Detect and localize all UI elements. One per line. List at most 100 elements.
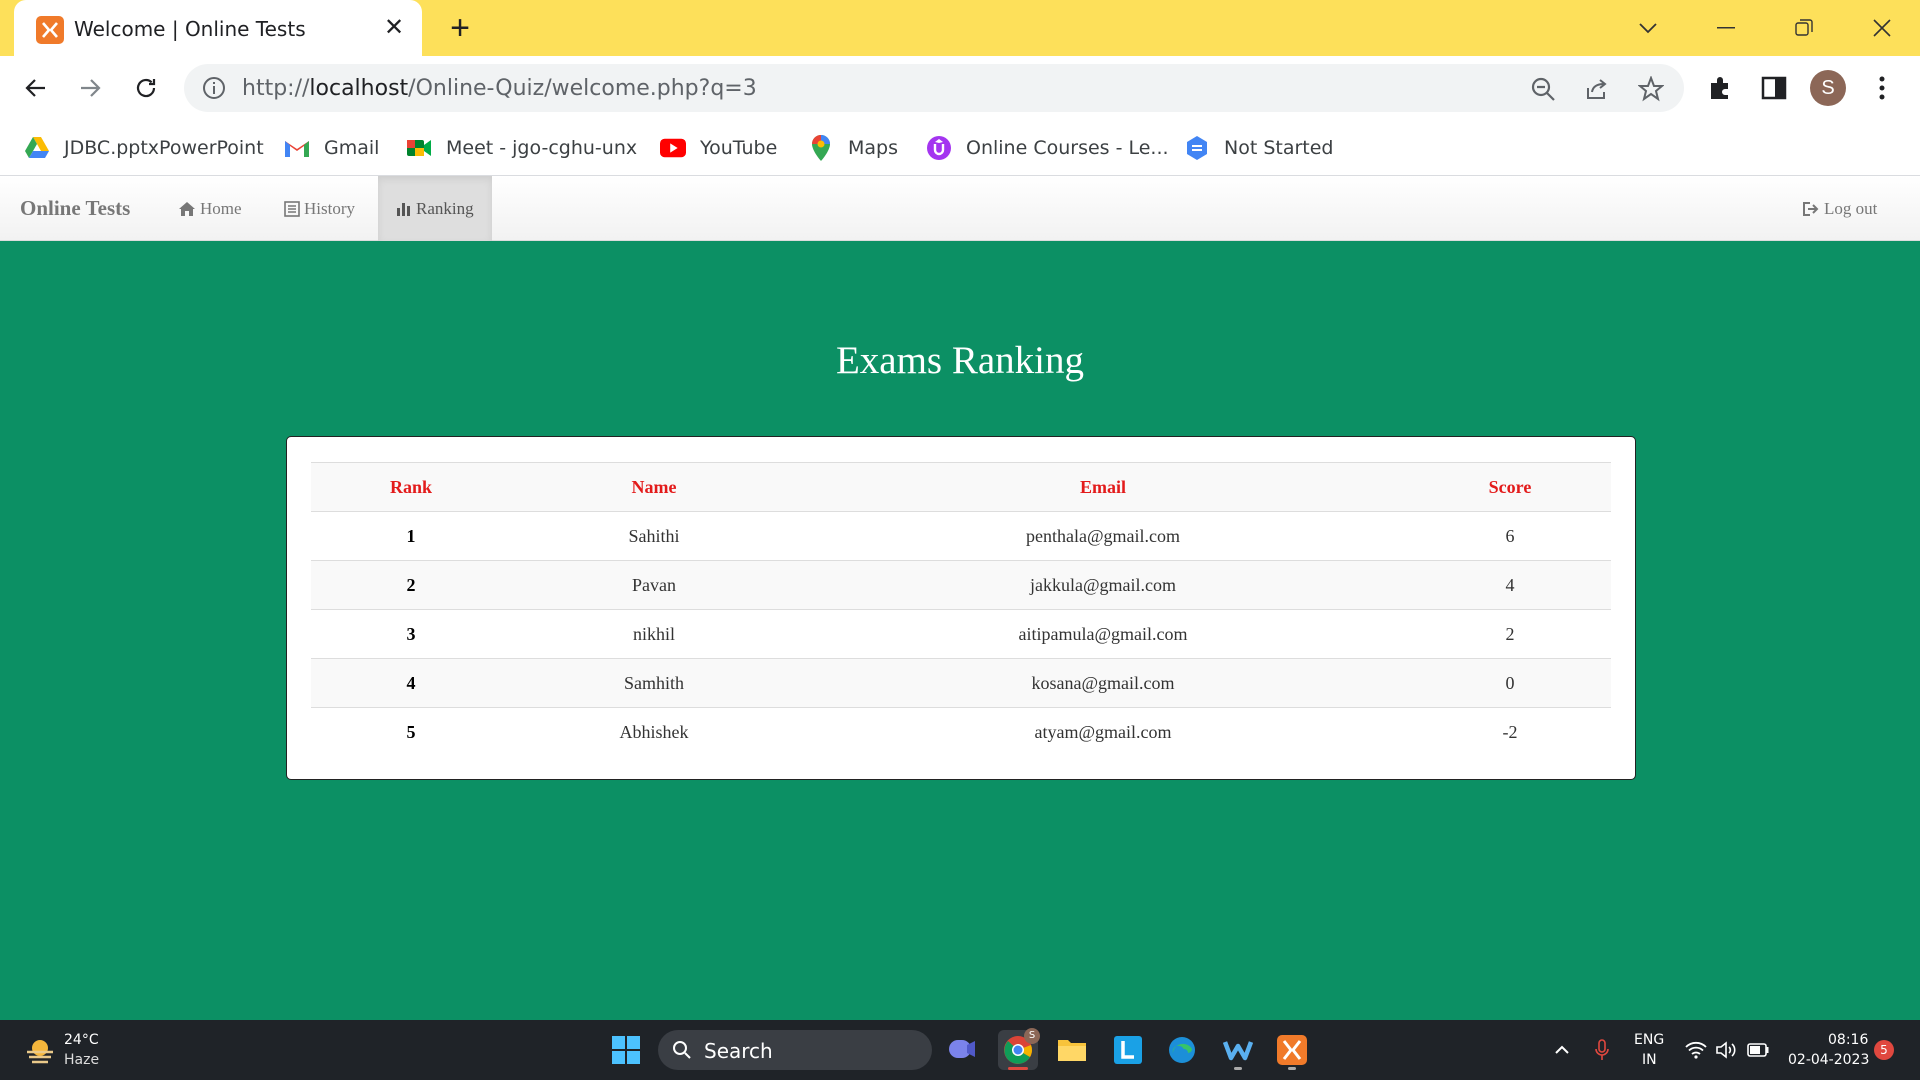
menu-kebab-icon[interactable]: [1864, 70, 1900, 106]
clock-date[interactable]: 02-04-2023: [1788, 1052, 1869, 1068]
edge-browser-icon[interactable]: [1162, 1030, 1202, 1070]
back-icon[interactable]: [18, 70, 54, 106]
side-panel-icon[interactable]: [1756, 70, 1792, 106]
cell-rank: 4: [311, 658, 511, 708]
wifi-icon[interactable]: [1682, 1036, 1710, 1064]
weather-haze-icon[interactable]: [24, 1034, 56, 1066]
zoom-icon[interactable]: [1530, 76, 1556, 102]
nav-ranking-label: Ranking: [416, 198, 474, 218]
chrome-taskbar-icon[interactable]: S: [998, 1028, 1040, 1070]
microphone-icon[interactable]: [1588, 1036, 1616, 1064]
google-meet-icon: [406, 135, 432, 161]
bookmark-online-courses[interactable]: Online Courses - Le...: [926, 130, 1169, 166]
language-indicator[interactable]: ENG: [1634, 1032, 1664, 1048]
cell-score: -2: [1409, 707, 1611, 757]
bookmarks-bar: JDBC.pptxPowerPoint Gmail Meet - jgo-cgh…: [0, 120, 1920, 176]
cell-rank: 1: [311, 511, 511, 561]
table-row: 3 nikhil aitipamula@gmail.com 2: [311, 609, 1611, 659]
launcher-l-icon[interactable]: [1108, 1030, 1148, 1070]
cell-email: kosana@gmail.com: [797, 658, 1409, 708]
cell-rank: 5: [311, 707, 511, 757]
clock-time[interactable]: 08:16: [1828, 1032, 1868, 1048]
cell-name: Abhishek: [511, 707, 797, 757]
battery-icon[interactable]: [1744, 1036, 1772, 1064]
bookmark-star-icon[interactable]: [1638, 76, 1664, 102]
cell-name: nikhil: [511, 609, 797, 659]
cell-email: jakkula@gmail.com: [797, 560, 1409, 610]
nav-home[interactable]: Home: [160, 176, 260, 241]
language-region[interactable]: IN: [1642, 1052, 1657, 1068]
new-tab-icon[interactable]: +: [444, 11, 476, 45]
cell-score: 4: [1409, 560, 1611, 610]
nav-ranking[interactable]: Ranking: [378, 176, 492, 241]
udemy-icon: [926, 135, 952, 161]
site-navbar: Online Tests Home History Ranking Log ou…: [0, 176, 1920, 241]
bookmark-meet[interactable]: Meet - jgo-cghu-unx: [406, 130, 637, 166]
cell-email: aitipamula@gmail.com: [797, 609, 1409, 659]
taskbar-search-label: Search: [704, 1039, 773, 1063]
tab-search-chevron-icon[interactable]: [1630, 10, 1666, 46]
file-explorer-icon[interactable]: [1052, 1030, 1092, 1070]
bookmark-maps[interactable]: Maps: [808, 130, 898, 166]
weather-description[interactable]: Haze: [64, 1052, 99, 1068]
bookmark-youtube[interactable]: YouTube: [660, 130, 777, 166]
chrome-profile-badge: S: [1024, 1028, 1040, 1044]
cell-name: Samhith: [511, 658, 797, 708]
gmail-icon: [284, 135, 310, 161]
taskbar-search[interactable]: Search: [658, 1030, 932, 1070]
taskbar: 24°C Haze Search S ENG IN 08:16 02-04-20…: [0, 1020, 1920, 1080]
cell-rank: 3: [311, 609, 511, 659]
cell-score: 2: [1409, 609, 1611, 659]
logout-link[interactable]: Log out: [1784, 176, 1895, 241]
nav-history-label: History: [304, 198, 355, 218]
tab-close-icon[interactable]: ✕: [380, 14, 408, 42]
cell-email: penthala@gmail.com: [797, 511, 1409, 561]
cell-rank: 2: [311, 560, 511, 610]
xampp-taskbar-icon[interactable]: [1272, 1030, 1312, 1070]
table-header-row: Rank Name Email Score: [311, 462, 1611, 512]
tab-title: Welcome | Online Tests: [74, 17, 306, 41]
restore-icon[interactable]: [1786, 10, 1822, 46]
cell-email: atyam@gmail.com: [797, 707, 1409, 757]
window-close-icon[interactable]: [1864, 10, 1900, 46]
reload-icon[interactable]: [128, 70, 164, 106]
nav-home-label: Home: [200, 198, 242, 218]
browser-tabstrip: Welcome | Online Tests ✕ +: [0, 0, 1920, 57]
table-row: 4 Samhith kosana@gmail.com 0: [311, 658, 1611, 708]
cell-name: Sahithi: [511, 511, 797, 561]
browser-toolbar: http://localhost/Online-Quiz/welcome.php…: [0, 56, 1920, 120]
logout-icon: [1803, 201, 1819, 216]
search-icon: [673, 1041, 691, 1059]
nav-history[interactable]: History: [266, 176, 373, 241]
teams-chat-icon[interactable]: [942, 1030, 982, 1070]
webex-icon[interactable]: [1218, 1030, 1258, 1070]
bookmark-jdbc[interactable]: JDBC.pptxPowerPoint: [24, 130, 264, 166]
address-bar[interactable]: http://localhost/Online-Quiz/welcome.php…: [184, 64, 1684, 112]
site-info-icon[interactable]: [202, 76, 226, 100]
browser-tab-active[interactable]: Welcome | Online Tests ✕: [14, 0, 422, 57]
running-indicator: [1288, 1067, 1296, 1070]
bookmark-gmail[interactable]: Gmail: [284, 130, 379, 166]
ranking-panel: Rank Name Email Score 1 Sahithi penthala…: [286, 436, 1636, 780]
weather-temperature[interactable]: 24°C: [64, 1032, 99, 1048]
forward-icon[interactable]: [72, 70, 108, 106]
notification-badge[interactable]: 5: [1874, 1040, 1894, 1060]
share-icon[interactable]: [1584, 76, 1610, 102]
profile-avatar[interactable]: S: [1810, 70, 1846, 106]
extensions-icon[interactable]: [1702, 70, 1738, 106]
page-title: Exams Ranking: [835, 339, 1085, 382]
table-row: 5 Abhishek atyam@gmail.com -2: [311, 707, 1611, 757]
google-drive-icon: [24, 135, 50, 161]
volume-icon[interactable]: [1712, 1036, 1740, 1064]
cell-score: 6: [1409, 511, 1611, 561]
site-brand[interactable]: Online Tests: [20, 196, 130, 221]
xampp-favicon-icon: [36, 16, 64, 44]
active-indicator: [1008, 1067, 1028, 1070]
minimize-icon[interactable]: [1708, 10, 1744, 46]
show-hidden-icons-chevron-icon[interactable]: [1548, 1036, 1576, 1064]
header-email: Email: [797, 462, 1409, 512]
bookmark-not-started[interactable]: Not Started: [1184, 130, 1334, 166]
start-windows-icon[interactable]: [606, 1030, 646, 1070]
url-text[interactable]: http://localhost/Online-Quiz/welcome.php…: [242, 76, 757, 101]
document-icon: [1184, 135, 1210, 161]
